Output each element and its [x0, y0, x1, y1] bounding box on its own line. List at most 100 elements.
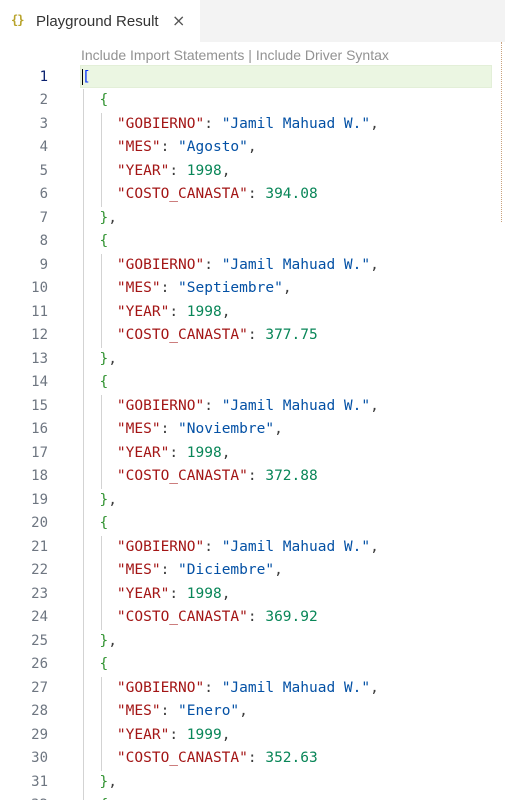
- json-file-icon: {}: [11, 13, 24, 27]
- code-line[interactable]: "COSTO_CANASTA": 369.92: [82, 606, 318, 630]
- vertical-scrollbar[interactable]: [495, 42, 505, 800]
- code-line[interactable]: "MES": "Enero",: [82, 700, 248, 724]
- line-number: 4: [39, 139, 48, 155]
- bracket: }: [99, 773, 109, 790]
- line-number: 5: [39, 162, 48, 179]
- codelens-separator: |: [244, 47, 256, 63]
- line-number: 12: [31, 327, 48, 343]
- code-line[interactable]: {: [82, 89, 108, 113]
- code-line[interactable]: "GOBIERNO": "Jamil Mahuad W.",: [82, 677, 379, 701]
- json-string: "Jamil Mahuad W.": [221, 679, 371, 696]
- json-key: "COSTO_CANASTA": [116, 468, 248, 484]
- code-line[interactable]: },: [82, 207, 116, 231]
- json-number: 369.92: [265, 609, 318, 625]
- include-driver-syntax-link[interactable]: Include Driver Syntax: [256, 47, 389, 63]
- bracket: {: [99, 656, 109, 672]
- punctuation: :: [204, 397, 222, 414]
- code-line[interactable]: "MES": "Septiembre",: [82, 277, 292, 301]
- close-icon[interactable]: ×: [172, 11, 185, 30]
- punctuation: :: [160, 562, 179, 578]
- line-number: 3: [39, 115, 48, 132]
- include-import-statements-link[interactable]: Include Import Statements: [81, 47, 244, 63]
- line-number: 30: [31, 750, 48, 766]
- punctuation: :: [169, 162, 187, 179]
- json-key: "COSTO_CANASTA": [116, 609, 248, 625]
- code-line[interactable]: "YEAR": 1998,: [82, 583, 231, 607]
- punctuation: :: [160, 703, 179, 719]
- json-key: "GOBIERNO": [116, 397, 205, 414]
- code-line[interactable]: "YEAR": 1998,: [82, 160, 231, 184]
- bracket: [: [82, 68, 91, 85]
- code-line[interactable]: "GOBIERNO": "Jamil Mahuad W.",: [82, 113, 379, 137]
- json-number: 394.08: [265, 186, 318, 202]
- punctuation: ,: [108, 632, 117, 649]
- json-number: 377.75: [265, 327, 318, 343]
- line-number: 13: [31, 350, 48, 367]
- punctuation: :: [160, 139, 179, 155]
- code-line[interactable]: },: [82, 771, 116, 795]
- punctuation: ,: [239, 703, 248, 719]
- punctuation: ,: [247, 139, 257, 155]
- code-line[interactable]: "YEAR": 1998,: [82, 301, 231, 325]
- line-number: 27: [31, 679, 48, 696]
- code-line[interactable]: "COSTO_CANASTA": 394.08: [82, 183, 318, 207]
- tab-playground-result[interactable]: {} Playground Result ×: [0, 0, 200, 42]
- code-line[interactable]: "GOBIERNO": "Jamil Mahuad W.",: [82, 536, 379, 560]
- bracket: }: [99, 350, 109, 367]
- code-line[interactable]: "GOBIERNO": "Jamil Mahuad W.",: [82, 395, 379, 419]
- json-key: "MES": [116, 562, 161, 578]
- punctuation: :: [204, 115, 222, 132]
- code-line[interactable]: {: [82, 230, 108, 254]
- line-number: 20: [31, 515, 48, 531]
- code-line[interactable]: [: [82, 66, 91, 90]
- line-number: 19: [31, 491, 48, 508]
- code-line[interactable]: "YEAR": 1999,: [82, 724, 231, 748]
- code-line[interactable]: "COSTO_CANASTA": 352.63: [82, 747, 318, 771]
- code-line[interactable]: "COSTO_CANASTA": 372.88: [82, 465, 318, 489]
- punctuation: :: [169, 444, 187, 461]
- line-number: 22: [31, 562, 48, 578]
- json-number: 352.63: [265, 750, 318, 766]
- code-line[interactable]: },: [82, 489, 117, 513]
- code-line[interactable]: {: [82, 653, 108, 677]
- code-line[interactable]: },: [82, 630, 117, 654]
- code-line[interactable]: "YEAR": 1998,: [82, 442, 231, 466]
- line-number: 17: [31, 444, 48, 461]
- code-editor[interactable]: Include Import Statements | Include Driv…: [0, 42, 505, 800]
- line-number: 28: [31, 703, 48, 719]
- code-line[interactable]: "MES": "Diciembre",: [82, 559, 283, 583]
- punctuation: :: [160, 421, 179, 437]
- code-line[interactable]: "COSTO_CANASTA": 377.75: [82, 324, 318, 348]
- code-line[interactable]: "GOBIERNO": "Jamil Mahuad W.",: [82, 254, 379, 278]
- code-line[interactable]: {: [82, 794, 108, 800]
- punctuation: ,: [221, 444, 231, 461]
- code-line[interactable]: {: [82, 512, 108, 536]
- code-line[interactable]: "MES": "Agosto",: [82, 136, 257, 160]
- current-line-highlight: [80, 65, 492, 88]
- code-line[interactable]: },: [82, 348, 116, 372]
- punctuation: ,: [274, 562, 283, 578]
- code-line[interactable]: "MES": "Noviembre",: [82, 418, 283, 442]
- punctuation: ,: [221, 585, 231, 602]
- code-line[interactable]: {: [82, 371, 108, 395]
- punctuation: ,: [108, 491, 117, 508]
- punctuation: :: [247, 750, 266, 766]
- json-string: "Diciembre": [178, 562, 275, 578]
- punctuation: ,: [221, 162, 231, 179]
- line-number: 25: [31, 632, 48, 649]
- line-number: 9: [39, 256, 48, 273]
- json-key: "MES": [116, 421, 161, 437]
